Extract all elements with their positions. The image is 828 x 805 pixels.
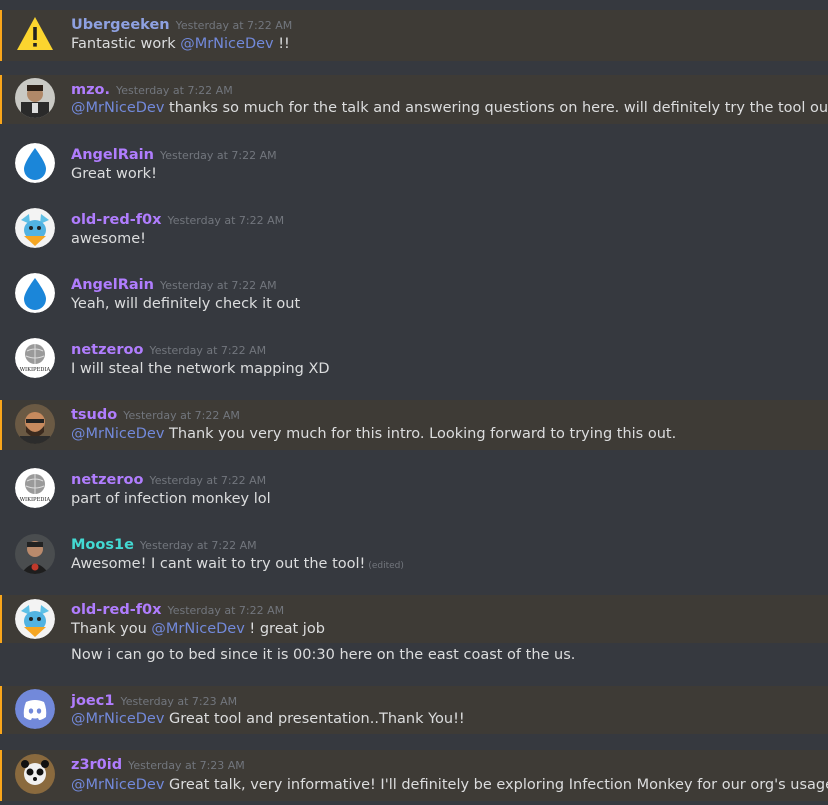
timestamp[interactable]: Yesterday at 7:22 AM — [176, 19, 293, 32]
message-header: Moos1e Yesterday at 7:22 AM — [71, 534, 257, 553]
message-header: netzeroo Yesterday at 7:22 AM — [71, 339, 266, 358]
username[interactable]: AngelRain — [71, 147, 154, 163]
timestamp[interactable]: Yesterday at 7:22 AM — [149, 474, 266, 487]
wikipedia-wordmark: WIKIPEDIA — [20, 497, 51, 503]
username[interactable]: Moos1e — [71, 537, 134, 553]
chat-message-list: Ubergeeken Yesterday at 7:22 AM Fantastic… — [0, 0, 828, 805]
wikipedia-wordmark: WIKIPEDIA — [20, 367, 51, 373]
timestamp[interactable]: Yesterday at 7:23 AM — [120, 695, 237, 708]
timestamp[interactable]: Yesterday at 7:22 AM — [160, 279, 277, 292]
edited-label: (edited) — [368, 561, 404, 571]
cartoon-creature-icon — [15, 599, 55, 639]
water-drop-icon — [15, 143, 55, 183]
message-header: joec1 Yesterday at 7:23 AM — [71, 690, 237, 709]
message-content: Awesome! I cant wait to try out the tool… — [71, 556, 404, 572]
user-photo — [15, 404, 55, 444]
user-mention[interactable]: @MrNiceDev — [71, 426, 164, 442]
user-photo — [15, 754, 55, 794]
message-group: WIKIPEDIA netzeroo Yesterday at 7:22 AM p… — [0, 465, 828, 515]
message-group: old-red-f0x Yesterday at 7:22 AM Thank yo… — [0, 595, 828, 643]
username[interactable]: joec1 — [71, 693, 114, 709]
avatar[interactable] — [15, 78, 55, 118]
user-photo — [15, 534, 55, 574]
message-continuation: Now i can go to bed since it is 00:30 he… — [0, 643, 828, 671]
message-group: AngelRain Yesterday at 7:22 AM Great work… — [0, 140, 828, 190]
message-group: z3r0id Yesterday at 7:23 AM @MrNiceDev Gr… — [0, 750, 828, 801]
timestamp[interactable]: Yesterday at 7:22 AM — [167, 214, 284, 227]
discord-logo-icon — [15, 689, 55, 729]
username[interactable]: netzeroo — [71, 342, 143, 358]
message-header: old-red-f0x Yesterday at 7:22 AM — [71, 209, 284, 228]
avatar[interactable] — [15, 143, 55, 183]
water-drop-icon — [15, 273, 55, 313]
timestamp[interactable]: Yesterday at 7:23 AM — [128, 759, 245, 772]
message-content: @MrNiceDev Great tool and presentation..… — [71, 711, 465, 727]
message-group: joec1 Yesterday at 7:23 AM @MrNiceDev Gre… — [0, 686, 828, 734]
avatar[interactable] — [15, 689, 55, 729]
message-header: mzo. Yesterday at 7:22 AM — [71, 79, 233, 98]
message-group: tsudo Yesterday at 7:22 AM @MrNiceDev Tha… — [0, 400, 828, 450]
timestamp[interactable]: Yesterday at 7:22 AM — [160, 149, 277, 162]
message-group: WIKIPEDIA netzeroo Yesterday at 7:22 AM I… — [0, 335, 828, 385]
user-mention[interactable]: @MrNiceDev — [71, 777, 164, 793]
wikipedia-globe-icon: WIKIPEDIA — [15, 338, 55, 378]
user-photo — [15, 78, 55, 118]
message-content: @MrNiceDev Thank you very much for this … — [71, 426, 677, 442]
username[interactable]: tsudo — [71, 407, 117, 423]
message-header: netzeroo Yesterday at 7:22 AM — [71, 469, 266, 488]
timestamp[interactable]: Yesterday at 7:22 AM — [116, 84, 233, 97]
message-content: Now i can go to bed since it is 00:30 he… — [71, 647, 576, 663]
message-content: Yeah, will definitely check it out — [71, 296, 301, 312]
message-group: Ubergeeken Yesterday at 7:22 AM Fantastic… — [0, 10, 828, 61]
timestamp[interactable]: Yesterday at 7:22 AM — [123, 409, 240, 422]
message-content: I will steal the network mapping XD — [71, 361, 330, 377]
user-mention[interactable]: @MrNiceDev — [180, 36, 273, 52]
message-content: Thank you @MrNiceDev ! great job — [71, 621, 325, 637]
message-group: AngelRain Yesterday at 7:22 AM Yeah, will… — [0, 270, 828, 320]
message-content: @MrNiceDev Great talk, very informative!… — [71, 777, 828, 793]
timestamp[interactable]: Yesterday at 7:22 AM — [167, 604, 284, 617]
message-header: old-red-f0x Yesterday at 7:22 AM — [71, 599, 284, 618]
avatar[interactable]: WIKIPEDIA — [15, 338, 55, 378]
username[interactable]: old-red-f0x — [71, 602, 161, 618]
username[interactable]: netzeroo — [71, 472, 143, 488]
message-content: awesome! — [71, 231, 146, 247]
timestamp[interactable]: Yesterday at 7:22 AM — [140, 539, 257, 552]
message-header: z3r0id Yesterday at 7:23 AM — [71, 754, 245, 773]
message-content: part of infection monkey lol — [71, 491, 271, 507]
message-content: @MrNiceDev thanks so much for the talk a… — [71, 100, 828, 116]
username[interactable]: Ubergeeken — [71, 17, 170, 33]
message-header: AngelRain Yesterday at 7:22 AM — [71, 274, 277, 293]
warning-icon — [17, 17, 53, 50]
avatar[interactable] — [15, 14, 55, 54]
timestamp[interactable]: Yesterday at 7:22 AM — [149, 344, 266, 357]
message-content: Fantastic work @MrNiceDev !! — [71, 36, 290, 52]
username[interactable]: AngelRain — [71, 277, 154, 293]
avatar[interactable] — [15, 599, 55, 639]
avatar[interactable] — [15, 273, 55, 313]
user-mention[interactable]: @MrNiceDev — [71, 100, 164, 116]
message-header: AngelRain Yesterday at 7:22 AM — [71, 144, 277, 163]
cartoon-creature-icon — [15, 208, 55, 248]
user-mention[interactable]: @MrNiceDev — [151, 621, 244, 637]
message-header: tsudo Yesterday at 7:22 AM — [71, 404, 240, 423]
avatar[interactable] — [15, 534, 55, 574]
wikipedia-globe-icon: WIKIPEDIA — [15, 468, 55, 508]
avatar[interactable]: WIKIPEDIA — [15, 468, 55, 508]
avatar[interactable] — [15, 208, 55, 248]
avatar[interactable] — [15, 404, 55, 444]
username[interactable]: mzo. — [71, 82, 110, 98]
avatar[interactable] — [15, 754, 55, 794]
username[interactable]: old-red-f0x — [71, 212, 161, 228]
message-header: Ubergeeken Yesterday at 7:22 AM — [71, 14, 292, 33]
message-group: mzo. Yesterday at 7:22 AM @MrNiceDev than… — [0, 75, 828, 124]
username[interactable]: z3r0id — [71, 757, 122, 773]
message-group: old-red-f0x Yesterday at 7:22 AM awesome! — [0, 205, 828, 255]
message-group: Moos1e Yesterday at 7:22 AM Awesome! I ca… — [0, 530, 828, 580]
message-content: Great work! — [71, 166, 157, 182]
user-mention[interactable]: @MrNiceDev — [71, 711, 164, 727]
